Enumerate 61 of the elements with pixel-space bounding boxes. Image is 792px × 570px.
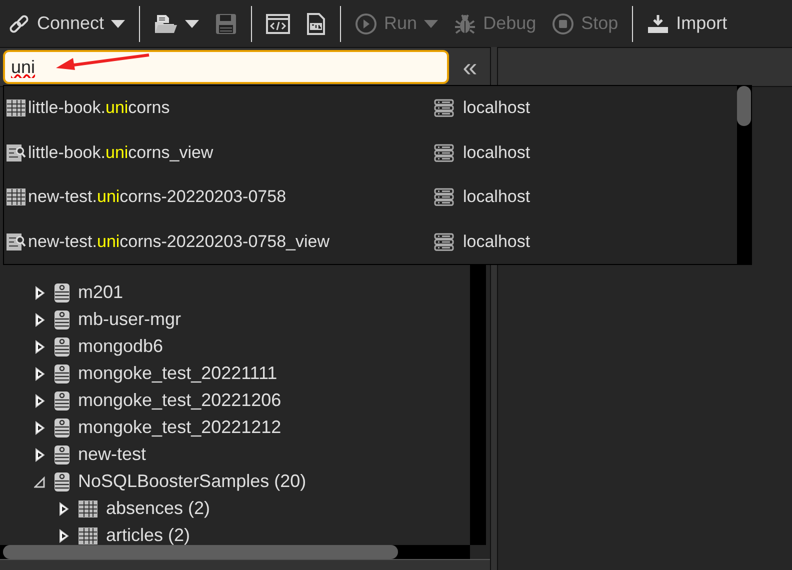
stop-icon [552,12,574,34]
result-name[interactable]: new-test.unicorns-20220203-0758 [28,187,286,208]
code-window-icon [266,14,290,34]
bug-icon [454,12,476,34]
database-icon [54,418,70,438]
result-name[interactable]: little-book.unicorns [28,98,170,118]
tree-item[interactable]: mongodb6 [78,336,164,357]
result-name[interactable]: little-book.unicorns_view [28,142,214,163]
server-name: localhost [463,98,530,118]
scrollbar-thumb[interactable] [737,86,751,126]
tree-item[interactable]: absences (2) [106,498,210,519]
toolbar-button[interactable]: Import [639,4,736,44]
collapse-triangle-icon[interactable] [34,474,46,488]
server-icon [434,144,454,162]
server-name: localhost [463,232,530,252]
table-icon [78,526,98,544]
tree-item[interactable]: NoSQLBoosterSamples (20) [78,471,306,492]
view-search-icon [6,144,26,162]
database-icon [54,364,70,384]
tree-item[interactable]: mongoke_test_20221212 [78,417,282,438]
server-name: localhost [463,142,530,163]
table-icon [6,188,26,206]
server-icon [434,188,454,206]
expand-triangle-icon[interactable] [34,366,46,380]
server-icon [434,99,454,118]
tree-item[interactable]: articles (2) [106,525,190,545]
tree-item[interactable]: mongoke_test_20221111 [78,363,278,384]
result-name[interactable]: new-test.unicorns-20220203-0758_view [28,232,330,252]
database-icon [54,310,70,330]
expand-triangle-icon[interactable] [34,420,46,434]
server-icon [434,232,454,251]
expand-triangle-icon[interactable] [34,340,46,354]
server-name: localhost [463,187,530,208]
database-icon [54,390,70,410]
database-icon [54,282,70,302]
toolbar-button[interactable]: Connect [0,4,134,44]
tree-item[interactable]: mongoke_test_20221206 [78,390,282,411]
collapse-button[interactable]: « [451,50,489,84]
table-icon [78,500,98,518]
save-icon [215,12,238,34]
sql-file-icon [306,12,326,34]
expand-triangle-icon[interactable] [34,394,46,408]
scrollbar-thumb[interactable] [3,545,398,559]
expand-triangle-icon[interactable] [58,528,70,542]
tree-item[interactable]: mb-user-mgr [78,309,182,330]
search-field[interactable]: uni [3,50,449,84]
play-icon [355,12,378,34]
expand-triangle-icon[interactable] [34,312,46,326]
link-icon [8,12,30,34]
tree-item[interactable]: new-test [78,444,146,465]
expand-triangle-icon[interactable] [58,502,70,516]
table-icon [6,99,26,118]
folder-icon [154,12,178,34]
view-search-icon [6,232,26,251]
expand-triangle-icon[interactable] [34,448,46,462]
database-icon [54,444,70,464]
database-icon [54,336,70,356]
tree-item[interactable]: m201 [78,282,124,303]
download-icon [647,14,670,34]
database-icon [54,472,70,492]
expand-triangle-icon[interactable] [34,286,46,300]
